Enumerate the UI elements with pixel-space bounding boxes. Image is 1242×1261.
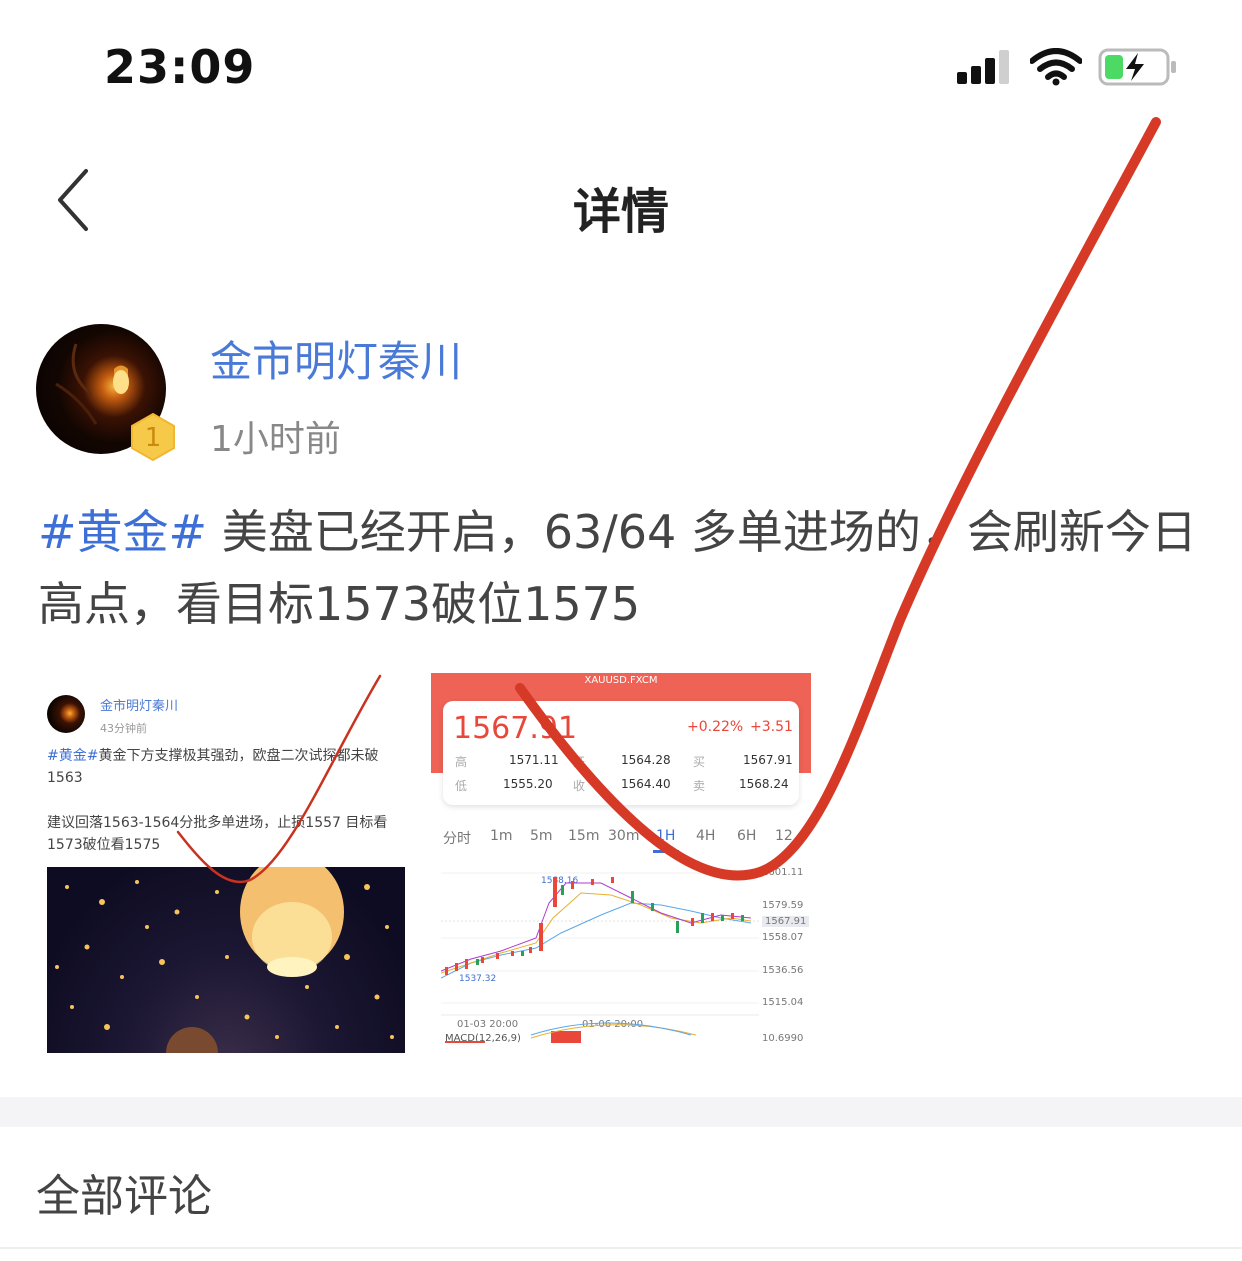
y-axis-label: 1536.56	[762, 965, 804, 976]
y-axis-label: 1515.04	[762, 997, 804, 1008]
quote-card: 1567.91 +0.22% +3.51 高 1571.11 开 1564.28…	[443, 701, 799, 805]
stat-label: 开	[573, 755, 586, 769]
y-axis-label-current: 1567.91	[762, 916, 810, 927]
quote-change: +3.51	[750, 719, 793, 735]
author-name[interactable]: 金市明灯秦川	[210, 328, 462, 389]
stat-value: 1555.20	[503, 777, 553, 791]
tab-period-active[interactable]: 1H	[656, 828, 675, 844]
tab-period[interactable]: 分时	[443, 828, 471, 848]
lanterns-photo	[47, 867, 405, 1053]
thumbnail-text-2: 建议回落1563-1564分批多单进场，止损1557 目标看1573破位看157…	[47, 815, 388, 853]
active-tab-indicator	[653, 850, 679, 853]
stat-value: 1568.24	[739, 777, 789, 791]
post-body: #黄金# 美盘已经开启，63/64 多单进场的，会刷新今日高点，看目标1573破…	[38, 496, 1208, 640]
stat-label: 买	[693, 755, 706, 769]
y-axis-label: 1601.11	[762, 867, 804, 878]
signal-icon	[957, 50, 1015, 84]
stat-label: 低	[455, 779, 468, 793]
divider-line	[0, 1247, 1242, 1249]
wifi-icon	[1029, 48, 1083, 86]
status-time: 23:09	[104, 40, 256, 94]
image-thumbnail-1[interactable]: 金市明灯秦川 43分钟前 #黄金#黄金下方支撑极其强劲，欧盘二次试探都未破156…	[40, 673, 412, 1053]
stat-label: 高	[455, 755, 468, 769]
macd-value: 10.6990	[762, 1033, 804, 1044]
image-thumbnail-2[interactable]: XAUUSD.FXCM 1567.91 +0.22% +3.51 高 1571.…	[431, 673, 811, 1053]
y-axis-label: 1558.07	[762, 932, 804, 943]
comments-title: 全部评论	[36, 1171, 212, 1222]
y-axis-label: 1579.59	[762, 900, 804, 911]
thumbnail-avatar	[47, 695, 85, 733]
page-title: 详情	[572, 184, 669, 240]
tab-period[interactable]: 4H	[696, 828, 715, 844]
thumbnail-time: 43分钟前	[100, 722, 147, 735]
topic-tag[interactable]: #黄金#	[38, 505, 207, 559]
post-text: 美盘已经开启，63/64 多单进场的，会刷新今日高点，看目标1573破位1575	[38, 505, 1197, 631]
tab-period[interactable]: 30m	[608, 828, 639, 844]
quote-change-pct: +0.22%	[687, 719, 744, 735]
battery-charging-icon	[1098, 48, 1178, 86]
stat-label: 卖	[693, 779, 706, 793]
stat-value: 1567.91	[743, 753, 793, 767]
stat-value: 1571.11	[509, 753, 559, 767]
post-time: 1小时前	[210, 419, 341, 460]
tab-period[interactable]: 1m	[490, 828, 513, 844]
level-badge: 1	[130, 412, 176, 462]
chart-symbol: XAUUSD.FXCM	[584, 675, 658, 686]
svg-text:1: 1	[145, 423, 162, 453]
thumbnail-text: #黄金#黄金下方支撑极其强劲，欧盘二次试探都未破1563	[47, 748, 379, 786]
stat-value: 1564.40	[621, 777, 671, 791]
tab-period[interactable]: 15m	[568, 828, 599, 844]
quote-price: 1567.91	[453, 711, 578, 746]
candlestick-chart	[441, 872, 759, 1043]
stat-label: 收	[573, 779, 586, 793]
thumbnail-author: 金市明灯秦川	[100, 699, 179, 714]
tab-period[interactable]: 6H	[737, 828, 756, 844]
stat-value: 1564.28	[621, 753, 671, 767]
section-divider	[0, 1097, 1242, 1127]
tab-period[interactable]: 5m	[530, 828, 553, 844]
tab-period[interactable]: 12	[775, 828, 793, 844]
chart-period-tabs: 分时 1m 5m 15m 30m 1H 4H 6H 12	[431, 828, 811, 852]
